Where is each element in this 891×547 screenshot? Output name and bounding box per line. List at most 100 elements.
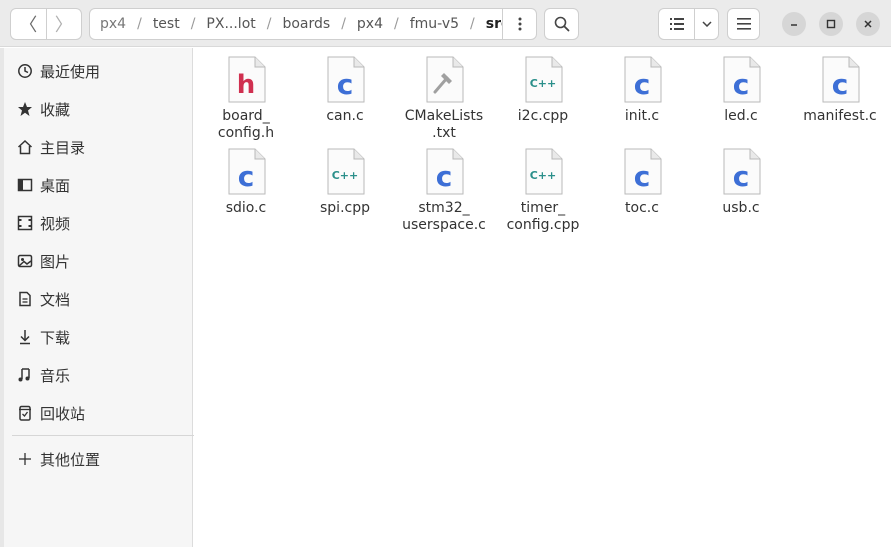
file-item[interactable]: c sdio.c <box>198 148 294 217</box>
crumb-fmu-v5[interactable]: fmu-v5 <box>406 16 463 32</box>
cpp-file-icon: C++ <box>525 56 563 103</box>
c-file-icon: c <box>228 148 266 195</box>
svg-text:C++: C++ <box>530 77 557 90</box>
sidebar-item-label: 图片 <box>40 252 71 271</box>
file-grid: h board_ config.h c can.c CMakeLists .tx… <box>194 48 891 547</box>
minimize-button[interactable] <box>782 12 806 36</box>
breadcrumb: px4 / test / PX...lot / boards / px4 / f… <box>90 16 502 32</box>
trash-icon <box>16 404 34 422</box>
sidebar-item-documents[interactable]: 文档 <box>16 288 70 310</box>
download-icon <box>16 328 34 346</box>
file-name: manifest.c <box>803 108 877 124</box>
file-item[interactable]: CMakeLists .txt <box>396 56 492 142</box>
header-bar: 〈 〉 px4 / test / PX...lot / boards / px4… <box>0 0 891 47</box>
c-file-icon: c <box>723 148 761 195</box>
sidebar-item-recent[interactable]: 最近使用 <box>16 60 100 82</box>
file-name: timer_ config.cpp <box>506 200 580 233</box>
file-item[interactable]: C++ timer_ config.cpp <box>495 148 591 234</box>
file-name: toc.c <box>625 200 659 216</box>
path-menu-button[interactable] <box>502 9 536 39</box>
sidebar-item-home[interactable]: 主目录 <box>16 136 85 158</box>
music-icon <box>16 366 34 384</box>
file-item[interactable]: h board_ config.h <box>198 56 294 142</box>
crumb-separator: / <box>394 16 399 32</box>
svg-text:C++: C++ <box>530 169 557 182</box>
crumb-px4[interactable]: px4 <box>353 16 387 32</box>
clock-icon <box>16 62 34 80</box>
file-name: init.c <box>624 108 660 124</box>
chevron-right-icon: 〉 <box>54 15 73 36</box>
document-icon <box>16 290 34 308</box>
sidebar-item-videos[interactable]: 视频 <box>16 212 70 234</box>
file-item[interactable]: c init.c <box>594 56 690 125</box>
back-button[interactable]: 〈 <box>11 9 46 39</box>
video-icon <box>16 214 34 232</box>
file-item[interactable]: c toc.c <box>594 148 690 217</box>
file-name: usb.c <box>722 200 760 216</box>
sidebar-item-other-locations[interactable]: 其他位置 <box>16 448 100 470</box>
file-item[interactable]: c led.c <box>693 56 789 125</box>
cmake-file-icon <box>426 56 464 103</box>
file-name: spi.cpp <box>320 200 370 216</box>
navigation-buttons: 〈 〉 <box>10 8 82 40</box>
file-item[interactable]: c manifest.c <box>792 56 888 125</box>
main-menu-button[interactable] <box>727 8 760 40</box>
crumb-separator: / <box>137 16 142 32</box>
file-name: stm32_ userspace.c <box>402 200 486 233</box>
c-file-icon: c <box>723 56 761 103</box>
file-item[interactable]: c stm32_ userspace.c <box>396 148 492 234</box>
sidebar-item-pictures[interactable]: 图片 <box>16 250 70 272</box>
file-item[interactable]: C++ spi.cpp <box>297 148 393 217</box>
svg-text:c: c <box>733 68 750 101</box>
list-view-icon <box>669 18 684 30</box>
crumb-separator: / <box>470 16 475 32</box>
file-name: board_ config.h <box>217 108 275 141</box>
crumb-px4-root[interactable]: px4 <box>96 16 130 32</box>
view-toggle-group <box>658 8 719 40</box>
sidebar-item-desktop[interactable]: 桌面 <box>16 174 70 196</box>
list-view-button[interactable] <box>659 9 694 39</box>
crumb-separator: / <box>341 16 346 32</box>
c-file-icon: c <box>426 148 464 195</box>
forward-button[interactable]: 〉 <box>45 9 82 39</box>
sidebar-item-label: 桌面 <box>40 176 71 195</box>
close-button[interactable] <box>856 12 880 36</box>
view-options-button[interactable] <box>694 9 718 39</box>
file-name: led.c <box>724 108 758 124</box>
file-name: i2c.cpp <box>517 108 569 124</box>
crumb-src[interactable]: src <box>482 16 502 32</box>
crumb-px-lot[interactable]: PX...lot <box>202 16 259 32</box>
maximize-icon <box>826 19 836 29</box>
maximize-button[interactable] <box>819 12 843 36</box>
cpp-file-icon: C++ <box>525 148 563 195</box>
file-name: sdio.c <box>225 200 267 216</box>
sidebar-item-starred[interactable]: 收藏 <box>16 98 70 120</box>
plus-icon <box>16 450 34 468</box>
svg-text:c: c <box>832 68 849 101</box>
crumb-separator: / <box>266 16 272 32</box>
crumb-test[interactable]: test <box>149 16 184 32</box>
sidebar-item-label: 回收站 <box>40 404 86 423</box>
sidebar-item-downloads[interactable]: 下载 <box>16 326 70 348</box>
sidebar-item-music[interactable]: 音乐 <box>16 364 70 386</box>
file-item[interactable]: c usb.c <box>693 148 789 217</box>
crumb-boards[interactable]: boards <box>278 16 334 32</box>
file-item[interactable]: C++ i2c.cpp <box>495 56 591 125</box>
image-icon <box>16 252 34 270</box>
path-bar: px4 / test / PX...lot / boards / px4 / f… <box>89 8 537 40</box>
search-icon <box>554 16 569 32</box>
file-name: CMakeLists .txt <box>404 108 484 141</box>
search-button[interactable] <box>544 8 579 40</box>
file-item[interactable]: c can.c <box>297 56 393 125</box>
svg-text:c: c <box>238 160 255 193</box>
sidebar-divider <box>12 435 196 436</box>
svg-text:c: c <box>634 160 651 193</box>
svg-text:C++: C++ <box>332 169 359 182</box>
sidebar-item-label: 下载 <box>40 328 71 347</box>
header-file-icon: h <box>228 56 266 103</box>
sidebar-item-trash[interactable]: 回收站 <box>16 402 85 424</box>
svg-text:c: c <box>733 160 750 193</box>
vertical-dots-icon <box>518 17 521 31</box>
c-file-icon: c <box>624 148 662 195</box>
sidebar-item-label: 最近使用 <box>40 62 101 81</box>
